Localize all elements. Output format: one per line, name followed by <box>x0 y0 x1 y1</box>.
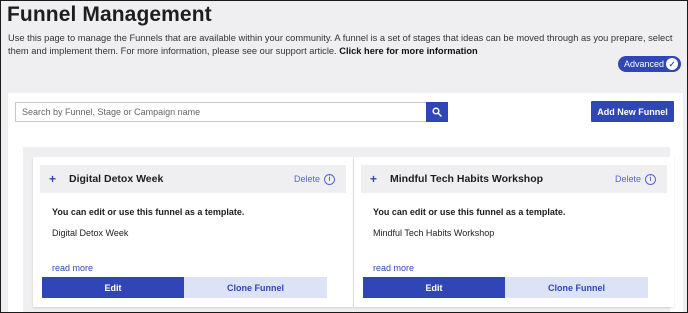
funnel-grid: + Digital Detox Week Delete i You can ed… <box>23 147 674 312</box>
check-icon: ✓ <box>666 58 678 70</box>
funnel-description: Digital Detox Week <box>52 228 129 238</box>
search-input[interactable] <box>15 102 426 122</box>
funnel-template-note: You can edit or use this funnel as a tem… <box>373 207 566 217</box>
page-title: Funnel Management <box>7 3 212 26</box>
advanced-toggle[interactable]: Advanced ✓ <box>618 56 681 72</box>
funnel-actions: Edit Clone Funnel <box>42 277 327 298</box>
funnel-template-note: You can edit or use this funnel as a tem… <box>52 207 245 217</box>
funnel-description: Mindful Tech Habits Workshop <box>373 228 495 238</box>
funnel-actions: Edit Clone Funnel <box>363 277 648 298</box>
info-icon[interactable]: i <box>645 173 656 185</box>
funnel-card: + Mindful Tech Habits Workshop Delete i … <box>354 157 674 307</box>
funnel-panel: Add New Funnel + Digital Detox Week Dele… <box>8 93 683 312</box>
read-more-link[interactable]: read more <box>373 263 414 273</box>
page-description: Use this page to manage the Funnels that… <box>8 32 678 59</box>
search-button[interactable] <box>426 102 448 122</box>
info-icon[interactable]: i <box>324 173 335 185</box>
delete-button[interactable]: Delete <box>615 174 641 184</box>
more-info-link[interactable]: Click here for more information <box>339 46 477 56</box>
plus-icon[interactable]: + <box>370 172 380 186</box>
advanced-label: Advanced <box>624 59 665 69</box>
delete-button[interactable]: Delete <box>294 174 320 184</box>
funnel-card: + Digital Detox Week Delete i You can ed… <box>33 157 353 307</box>
funnel-name: Mindful Tech Habits Workshop <box>390 173 544 185</box>
read-more-link[interactable]: read more <box>52 263 93 273</box>
search-bar <box>15 102 448 122</box>
page-frame: Funnel Management Use this page to manag… <box>0 0 688 313</box>
add-new-funnel-button[interactable]: Add New Funnel <box>591 101 674 122</box>
edit-button[interactable]: Edit <box>42 277 184 298</box>
funnel-card-header: + Digital Detox Week Delete i <box>40 165 346 193</box>
edit-button[interactable]: Edit <box>363 277 505 298</box>
plus-icon[interactable]: + <box>49 172 59 186</box>
funnel-card-header: + Mindful Tech Habits Workshop Delete i <box>361 165 667 193</box>
search-icon <box>432 107 442 117</box>
funnel-name: Digital Detox Week <box>69 173 164 185</box>
clone-funnel-button[interactable]: Clone Funnel <box>505 277 648 298</box>
clone-funnel-button[interactable]: Clone Funnel <box>184 277 327 298</box>
